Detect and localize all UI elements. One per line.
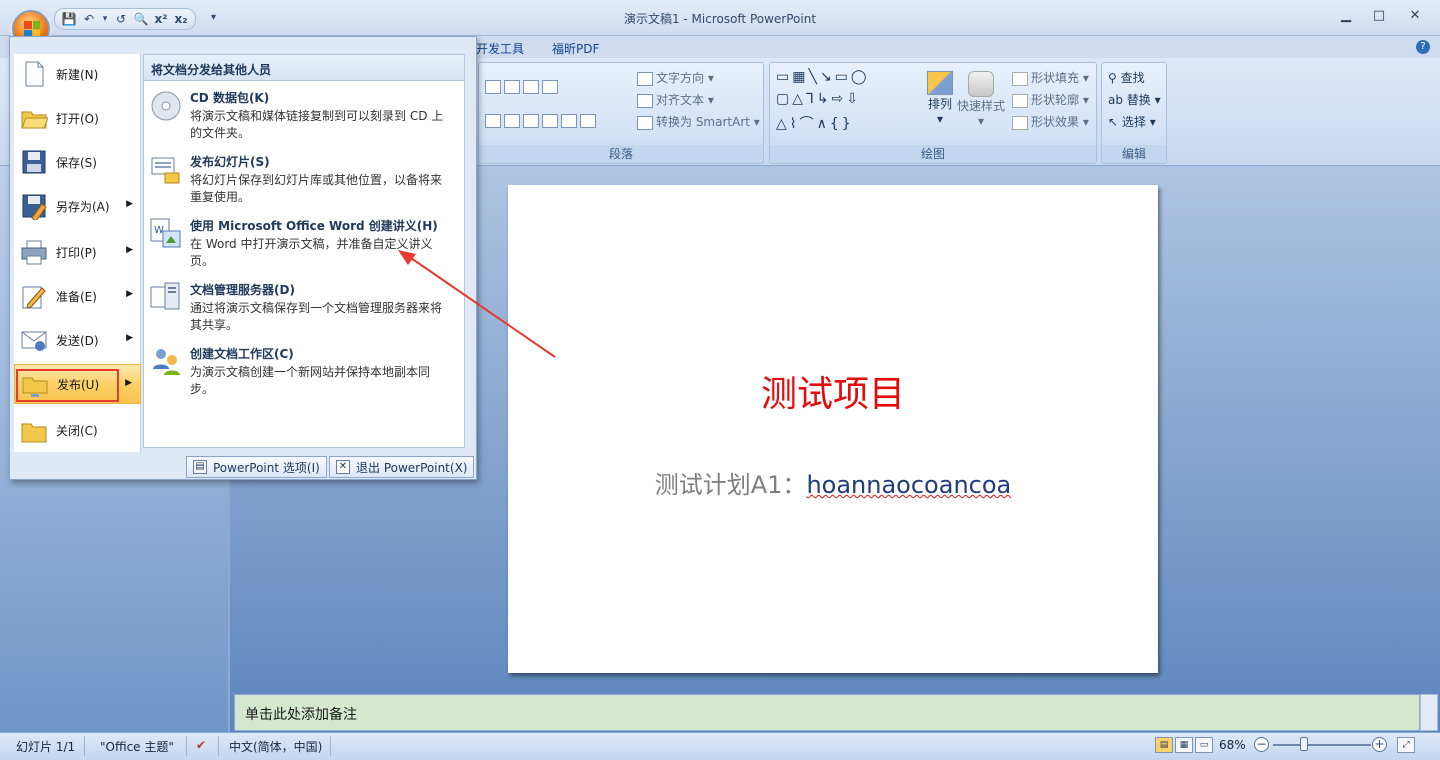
slide-canvas[interactable]: 测试项目 测试计划A1：hoannaocoancoa bbox=[508, 185, 1158, 673]
fit-to-window-icon[interactable]: ⤢ bbox=[1397, 737, 1415, 753]
cursor-icon: ↖ bbox=[1108, 115, 1122, 129]
quick-access-toolbar: 💾 ↶ ▾ ↺ 🔍 x² x₂ bbox=[54, 8, 196, 30]
menu-save-as[interactable]: 另存为(A) ▶ bbox=[14, 186, 141, 226]
slide-sorter-icon[interactable]: ▦ bbox=[1175, 737, 1193, 753]
binoculars-icon: ⚲ bbox=[1108, 71, 1121, 85]
subscript-icon[interactable]: x₂ bbox=[173, 12, 189, 26]
shape-outline-button[interactable]: 形状轮廓 ▾ bbox=[1012, 91, 1089, 108]
prepare-pencil-icon bbox=[20, 282, 48, 310]
exit-powerpoint-button[interactable]: ✕ 退出 PowerPoint(X) bbox=[329, 456, 475, 478]
word-handout-icon: W bbox=[149, 217, 183, 251]
align-text-button[interactable]: 对齐文本 ▾ bbox=[637, 91, 714, 108]
replace-button[interactable]: ab 替换 ▾ bbox=[1108, 91, 1161, 108]
superscript-icon[interactable]: x² bbox=[153, 12, 169, 26]
tab-foxit-pdf[interactable]: 福昕PDF bbox=[552, 40, 599, 57]
help-icon[interactable]: ? bbox=[1416, 40, 1430, 54]
menu-print[interactable]: 打印(P) ▶ bbox=[14, 232, 141, 272]
theme-name: "Office 主题" bbox=[100, 740, 174, 754]
drawing-group-label: 绘图 bbox=[770, 145, 1096, 162]
slideshow-icon[interactable]: ▭ bbox=[1195, 737, 1213, 753]
open-folder-icon bbox=[20, 104, 49, 132]
powerpoint-options-button[interactable]: ▤ PowerPoint 选项(I) bbox=[186, 456, 327, 478]
replace-icon: ab bbox=[1108, 93, 1127, 107]
slide-subtitle[interactable]: 测试计划A1：hoannaocoancoa bbox=[508, 465, 1158, 500]
send-envelope-icon bbox=[20, 326, 48, 354]
shapes-gallery-row3[interactable]: △⌇⌒∧{} bbox=[776, 113, 854, 133]
publish-submenu: 将文档分发给其他人员 CD 数据包(K) 将演示文稿和媒体链接复制到可以刻录到 … bbox=[143, 54, 465, 448]
language-indicator[interactable]: 中文(简体，中国) bbox=[229, 738, 322, 755]
menu-send[interactable]: 发送(D) ▶ bbox=[14, 320, 141, 360]
zoom-out-button[interactable]: − bbox=[1254, 737, 1269, 752]
office-logo-icon bbox=[24, 21, 40, 37]
save-as-icon bbox=[20, 192, 48, 222]
publish-highlight-box bbox=[16, 369, 119, 402]
zoom-slider-track[interactable] bbox=[1273, 744, 1371, 746]
editing-group: ⚲ 查找 ab 替换 ▾ ↖ 选择 ▾ 编辑 bbox=[1101, 62, 1167, 164]
menu-new[interactable]: 新建(N) bbox=[14, 54, 141, 94]
slide-title[interactable]: 测试项目 bbox=[508, 365, 1158, 417]
text-direction-button[interactable]: 文字方向 ▾ bbox=[637, 69, 714, 86]
convert-smartart-button[interactable]: 转换为 SmartArt ▾ bbox=[637, 113, 760, 130]
submenu-arrow-icon: ▶ bbox=[126, 289, 133, 299]
arrange-button[interactable]: 排列 ▾ bbox=[920, 71, 960, 126]
shapes-gallery-row2[interactable]: ▢△⅂↳⇨⇩ bbox=[776, 91, 861, 107]
printer-icon bbox=[20, 238, 48, 266]
submenu-arrow-icon: ▶ bbox=[126, 333, 133, 343]
quick-styles-button[interactable]: 快速样式 ▾ bbox=[956, 71, 1006, 128]
submenu-arrow-icon: ▶ bbox=[126, 245, 133, 255]
select-button[interactable]: ↖ 选择 ▾ bbox=[1108, 113, 1156, 130]
customize-qat-icon[interactable]: ▾ bbox=[211, 12, 216, 23]
undo-icon[interactable]: ↶ bbox=[81, 12, 97, 26]
submenu-arrow-icon: ▶ bbox=[125, 378, 132, 388]
bullets-button[interactable] bbox=[485, 79, 561, 94]
redo-icon[interactable]: ↺ bbox=[113, 12, 129, 26]
exit-icon: ✕ bbox=[336, 460, 350, 474]
submenu-arrow-icon: ▶ bbox=[126, 199, 133, 209]
menu-save[interactable]: 保存(S) bbox=[14, 142, 141, 182]
zoom-level[interactable]: 68% bbox=[1219, 738, 1246, 752]
spellcheck-icon[interactable]: ✔ bbox=[196, 738, 206, 752]
menu-prepare[interactable]: 准备(E) ▶ bbox=[14, 276, 141, 316]
shape-fill-button[interactable]: 形状填充 ▾ bbox=[1012, 69, 1089, 86]
vertical-scrollbar[interactable] bbox=[1420, 694, 1438, 731]
close-button[interactable]: ✕ bbox=[1403, 6, 1427, 26]
zoom-in-button[interactable]: + bbox=[1372, 737, 1387, 752]
find-button[interactable]: ⚲ 查找 bbox=[1108, 69, 1145, 86]
subtitle-link-text[interactable]: hoannaocoancoa bbox=[806, 471, 1011, 499]
align-buttons[interactable] bbox=[485, 113, 599, 128]
editing-group-label: 编辑 bbox=[1102, 145, 1166, 162]
minimize-button[interactable]: ▁ bbox=[1334, 6, 1358, 26]
save-icon[interactable]: 💾 bbox=[61, 12, 77, 26]
floppy-disk-icon bbox=[20, 148, 48, 176]
zoom-slider-knob[interactable] bbox=[1300, 737, 1308, 751]
tab-developer[interactable]: 开发工具 bbox=[476, 40, 524, 57]
shape-effects-button[interactable]: 形状效果 ▾ bbox=[1012, 113, 1089, 130]
close-folder-icon bbox=[20, 416, 48, 444]
options-icon: ▤ bbox=[193, 460, 207, 474]
publish-slides-icon bbox=[149, 153, 183, 187]
notes-pane[interactable]: 单击此处添加备注 bbox=[234, 694, 1420, 731]
print-preview-icon[interactable]: 🔍 bbox=[133, 12, 149, 26]
menu-close[interactable]: 关闭(C) bbox=[14, 410, 141, 450]
shapes-gallery[interactable]: ▭▦╲↘▭◯ bbox=[776, 69, 870, 85]
paragraph-group-label: 段落 bbox=[479, 145, 763, 162]
submenu-header: 将文档分发给其他人员 bbox=[144, 55, 464, 81]
slide-counter: 幻灯片 1/1 bbox=[16, 740, 76, 754]
undo-dropdown-icon[interactable]: ▾ bbox=[101, 14, 109, 24]
cd-icon bbox=[149, 89, 183, 123]
document-server-icon bbox=[149, 281, 183, 315]
new-document-icon bbox=[20, 60, 48, 88]
people-workspace-icon bbox=[149, 345, 183, 379]
maximize-button[interactable]: □ bbox=[1367, 6, 1391, 26]
normal-view-icon[interactable]: ▤ bbox=[1155, 737, 1173, 753]
drawing-group: ▭▦╲↘▭◯ ▢△⅂↳⇨⇩ △⌇⌒∧{} 排列 ▾ 快速样式 ▾ 形状填充 ▾ 形状… bbox=[769, 62, 1097, 164]
menu-open[interactable]: 打开(O) bbox=[14, 98, 141, 138]
paragraph-group: 文字方向 ▾ 对齐文本 ▾ 转换为 SmartArt ▾ 段落 bbox=[478, 62, 764, 164]
